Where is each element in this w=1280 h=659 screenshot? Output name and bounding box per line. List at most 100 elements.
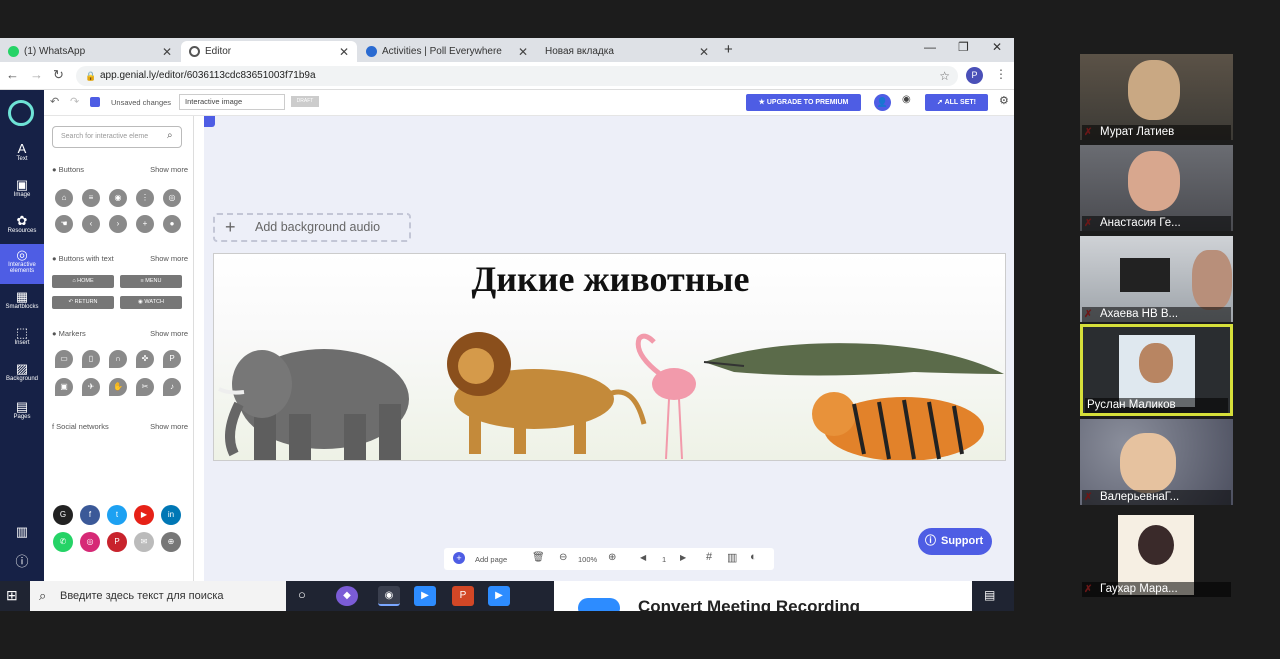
participant-tile[interactable]: ✗ Ахаева НВ В...: [1080, 236, 1233, 322]
grid-icon[interactable]: #: [706, 551, 712, 563]
restaurant-marker-icon[interactable]: ✂: [136, 378, 154, 396]
plane-marker-icon[interactable]: ✈: [82, 378, 100, 396]
participant-tile-active[interactable]: Руслан Маликов: [1080, 324, 1233, 416]
add-page-plus-icon[interactable]: +: [453, 552, 465, 564]
reload-icon[interactable]: ↻: [53, 67, 64, 83]
eye-icon[interactable]: ◉: [109, 189, 127, 207]
nav-help[interactable]: ⓘ: [0, 555, 44, 569]
participant-tile[interactable]: ✗ Мурат Латиев: [1080, 54, 1233, 140]
pinterest-icon[interactable]: P: [107, 532, 127, 552]
user-icon[interactable]: ●: [163, 215, 181, 233]
nav-smartblocks[interactable]: ▦ Smartblocks: [0, 290, 44, 311]
element-search-input[interactable]: Search for interactive eleme: [52, 126, 182, 148]
trash-icon[interactable]: 🗑: [532, 552, 545, 563]
chevron-left-icon[interactable]: ‹: [82, 215, 100, 233]
return-text-button[interactable]: ↶ RETURN: [52, 296, 114, 309]
collaborators-icon[interactable]: 👤: [874, 94, 891, 111]
settings-gear-icon[interactable]: ⚙: [999, 94, 1009, 107]
redo-icon[interactable]: ↷: [70, 95, 79, 108]
home-text-button[interactable]: ⌂ HOME: [52, 275, 114, 288]
train-marker-icon[interactable]: ▣: [55, 378, 73, 396]
preview-eye-icon[interactable]: ◉: [902, 94, 911, 105]
facebook-icon[interactable]: f: [80, 505, 100, 525]
nav-image[interactable]: ▣ Image: [0, 178, 44, 199]
chevron-right-icon[interactable]: ›: [109, 215, 127, 233]
gamepad-marker-icon[interactable]: ✜: [136, 350, 154, 368]
close-icon[interactable]: ✕: [162, 45, 172, 59]
upgrade-button[interactable]: ★ UPGRADE TO PREMIUM: [746, 94, 861, 111]
target-icon[interactable]: ◎: [163, 189, 181, 207]
whatsapp-social-icon[interactable]: ✆: [53, 532, 73, 552]
close-icon[interactable]: ✕: [339, 45, 349, 59]
nav-background[interactable]: ▨ Background: [0, 362, 44, 383]
restore-icon[interactable]: ❐: [958, 40, 969, 54]
minimize-icon[interactable]: —: [924, 40, 936, 54]
plus-icon[interactable]: +: [136, 215, 154, 233]
project-title-input[interactable]: Interactive image: [179, 94, 285, 110]
new-tab-plus-icon[interactable]: +: [724, 41, 733, 58]
url-field[interactable]: 🔒 app.genial.ly/editor/6036113cdc8365100…: [76, 66, 958, 86]
linkedin-icon[interactable]: in: [161, 505, 181, 525]
menu-text-button[interactable]: ≡ MENU: [120, 275, 182, 288]
support-button[interactable]: ⓘ Support: [918, 528, 992, 555]
show-more-link[interactable]: Show more: [150, 422, 188, 431]
globe-icon[interactable]: ⊕: [161, 532, 181, 552]
forward-icon[interactable]: →: [30, 67, 43, 82]
kebab-menu-icon[interactable]: ⋮: [995, 67, 1007, 81]
bus-marker-icon[interactable]: ▯: [82, 350, 100, 368]
app-icon[interactable]: ◆: [336, 586, 358, 606]
add-page-button[interactable]: Add page: [475, 555, 507, 564]
instagram-icon[interactable]: ◎: [80, 532, 100, 552]
car-marker-icon[interactable]: ▭: [55, 350, 73, 368]
home-icon[interactable]: ⌂: [55, 189, 73, 207]
notifications-icon[interactable]: ▤: [984, 588, 995, 602]
zoom-icon[interactable]: ▶: [414, 586, 436, 606]
zoom-meeting-icon[interactable]: ▶: [488, 586, 510, 606]
zoom-in-icon[interactable]: ⊕: [608, 552, 616, 563]
interactive-image[interactable]: Дикие животные: [213, 253, 1006, 461]
task-view-icon[interactable]: ○: [298, 587, 306, 602]
layout-icon[interactable]: ▥: [727, 551, 737, 564]
tab-poll-everywhere[interactable]: Activities | Poll Everywhere ✕: [358, 41, 536, 62]
menu-icon[interactable]: ≡: [82, 189, 100, 207]
arch-marker-icon[interactable]: ∩: [109, 350, 127, 368]
nav-text[interactable]: A Text: [0, 142, 44, 163]
tab-whatsapp[interactable]: (1) WhatsApp ✕: [0, 41, 180, 62]
more-vertical-icon[interactable]: ⋮: [136, 189, 154, 207]
show-more-link[interactable]: Show more: [150, 254, 188, 263]
undo-icon[interactable]: ↶: [50, 95, 59, 108]
participant-tile[interactable]: ✗ ВалерьевнаГ...: [1080, 419, 1233, 505]
tab-editor[interactable]: Editor ✕: [181, 41, 357, 62]
prev-page-icon[interactable]: ◀: [640, 553, 646, 562]
parking-marker-icon[interactable]: P: [163, 350, 181, 368]
bell-marker-icon[interactable]: ♪: [163, 378, 181, 396]
nav-pages[interactable]: ▤ Pages: [0, 400, 44, 421]
profile-avatar[interactable]: P: [966, 67, 983, 84]
genially-social-icon[interactable]: G: [53, 505, 73, 525]
twitter-icon[interactable]: t: [107, 505, 127, 525]
window-close-icon[interactable]: ✕: [992, 40, 1002, 54]
add-background-audio-button[interactable]: + Add background audio: [213, 213, 411, 242]
show-more-link[interactable]: Show more: [150, 329, 188, 338]
tab-new[interactable]: Новая вкладка ✕: [537, 41, 717, 62]
watch-text-button[interactable]: ◉ WATCH: [120, 296, 182, 309]
windows-start-icon[interactable]: ⊞: [6, 587, 18, 604]
chrome-icon[interactable]: ◉: [378, 586, 400, 606]
show-more-link[interactable]: Show more: [150, 165, 188, 174]
participant-tile[interactable]: ✗ Гаухар Мара...: [1080, 511, 1233, 597]
youtube-icon[interactable]: ▶: [134, 505, 154, 525]
email-icon[interactable]: ✉: [134, 532, 154, 552]
back-icon[interactable]: ←: [6, 67, 19, 82]
powerpoint-icon[interactable]: P: [452, 586, 474, 606]
zoom-out-icon[interactable]: ⊖: [559, 552, 567, 563]
next-page-icon[interactable]: ▶: [680, 553, 686, 562]
star-icon[interactable]: ☆: [939, 66, 950, 86]
hand-marker-icon[interactable]: ✋: [109, 378, 127, 396]
nav-library[interactable]: ▥: [0, 525, 44, 539]
all-set-button[interactable]: ➚ ALL SET!: [925, 94, 988, 111]
hand-icon[interactable]: ☚: [55, 215, 73, 233]
nav-resources[interactable]: ✿ Resources: [0, 214, 44, 235]
close-icon[interactable]: ✕: [518, 45, 528, 59]
close-icon[interactable]: ✕: [699, 45, 709, 59]
theme-icon[interactable]: ◐: [750, 551, 757, 563]
